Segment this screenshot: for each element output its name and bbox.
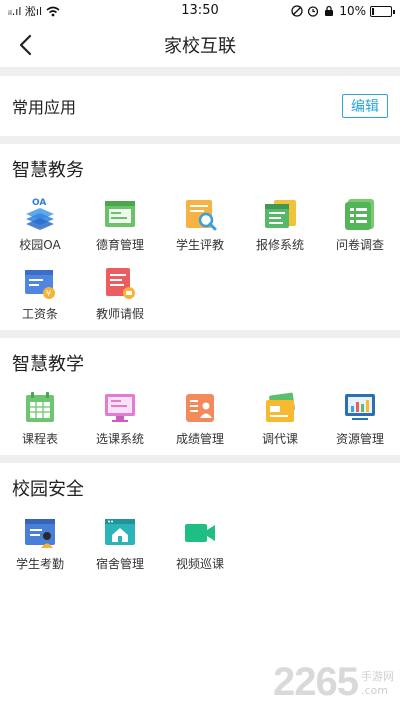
section-smart-teaching: 智慧教学 课程表 选课系统 成绩管理 调代课 资源管理: [0, 338, 400, 455]
app-moral-education[interactable]: 德育管理: [80, 196, 160, 253]
section-title: 智慧教务: [12, 160, 84, 181]
section-title: 智慧教学: [12, 354, 84, 375]
status-bar: ᵢₗ.ıl 淞ıl 13:50 10%: [0, 0, 400, 22]
app-dorm-management[interactable]: 宿舍管理: [80, 515, 160, 572]
svg-text:¥: ¥: [46, 289, 51, 298]
divider: [0, 330, 400, 338]
app-campus-oa[interactable]: OA 校园OA: [0, 196, 80, 253]
watermark-text-group: 手游网 .com: [361, 668, 394, 705]
status-right: 10%: [291, 4, 395, 18]
watermark-site: 手游网: [361, 670, 394, 683]
app-label: 德育管理: [95, 238, 144, 252]
back-button[interactable]: [10, 30, 40, 60]
leave-icon: [106, 268, 135, 299]
section-smart-affairs: 智慧教务 OA 校园OA 德育管理 学生评教 报修系统 问卷调查 ¥ 工资条 教…: [0, 144, 400, 330]
app-label: 资源管理: [335, 432, 384, 446]
app-payslip[interactable]: ¥ 工资条: [0, 265, 80, 322]
app-label: 校园OA: [19, 238, 61, 252]
calendar-doc-icon: [265, 200, 296, 228]
monitor-icon: [105, 394, 135, 422]
app-label: 教师请假: [95, 307, 144, 321]
app-student-evaluation[interactable]: 学生评教: [160, 196, 240, 253]
dorm-icon: [105, 519, 135, 545]
app-grid: OA 校园OA 德育管理 学生评教 报修系统 问卷调查 ¥ 工资条 教师请假: [0, 196, 400, 322]
watermark: 2265 手游网 .com: [273, 660, 394, 705]
watermark-url: .com: [361, 684, 388, 697]
salary-icon: ¥: [25, 270, 55, 299]
svg-text:OA: OA: [32, 198, 46, 208]
app-teacher-leave[interactable]: 教师请假: [80, 265, 160, 322]
section-campus-safety: 校园安全 学生考勤 宿舍管理 视频巡课: [0, 463, 400, 580]
divider: [0, 68, 400, 76]
app-label: 视频巡课: [175, 557, 224, 571]
app-label: 宿舍管理: [95, 557, 144, 571]
checklist-icon: [345, 199, 374, 230]
app-repair-system[interactable]: 报修系统: [240, 196, 320, 253]
app-student-attendance[interactable]: 学生考勤: [0, 515, 80, 572]
app-grid: 课程表 选课系统 成绩管理 调代课 资源管理: [0, 390, 400, 447]
page-title: 家校互联: [164, 35, 236, 57]
battery-icon: [370, 5, 395, 17]
app-grid: 学生考勤 宿舍管理 视频巡课: [0, 515, 400, 572]
edit-button[interactable]: 编辑: [342, 94, 388, 118]
divider: [0, 455, 400, 463]
section-title: 校园安全: [12, 479, 84, 500]
app-resource-management[interactable]: 资源管理: [320, 390, 400, 447]
app-class-substitution[interactable]: 调代课: [240, 390, 320, 447]
signal-icon: ᵢₗ.ıl 淞ıl: [8, 5, 43, 18]
status-left: ᵢₗ.ıl 淞ıl: [8, 3, 60, 19]
app-course-selection[interactable]: 选课系统: [80, 390, 160, 447]
app-label: 选课系统: [95, 432, 144, 446]
battery-percent: 10%: [339, 4, 366, 18]
app-label: 报修系统: [255, 238, 304, 252]
layers-oa-icon: OA: [26, 198, 54, 230]
lock-icon: [325, 5, 334, 16]
alarm-icon: [308, 6, 319, 17]
app-video-patrol[interactable]: 视频巡课: [160, 515, 240, 572]
wifi-icon: [46, 6, 60, 16]
app-questionnaire[interactable]: 问卷调查: [320, 196, 400, 253]
watermark-number: 2265: [273, 660, 359, 704]
magnifier-doc-icon: [186, 200, 217, 231]
app-timetable[interactable]: 课程表: [0, 390, 80, 447]
divider: [0, 136, 400, 144]
app-label: 成绩管理: [175, 432, 224, 446]
app-label: 课程表: [21, 432, 58, 446]
common-apps-label: 常用应用: [12, 98, 77, 117]
chevron-left-icon: [19, 34, 32, 56]
attendance-icon: [25, 519, 55, 548]
window-green-icon: [105, 201, 135, 227]
app-label: 问卷调查: [335, 238, 384, 252]
schedule-icon: [26, 392, 54, 422]
cards-icon: [266, 392, 295, 422]
app-label: 工资条: [21, 307, 58, 321]
common-apps-row: 常用应用 编辑: [0, 76, 400, 136]
grade-icon: [186, 394, 214, 422]
app-label: 学生考勤: [15, 557, 64, 571]
battery-fill: [372, 7, 374, 15]
app-grade-management[interactable]: 成绩管理: [160, 390, 240, 447]
mute-icon: [291, 5, 303, 17]
nav-bar: 家校互联: [0, 22, 400, 68]
app-label: 调代课: [261, 432, 298, 446]
chart-monitor-icon: [345, 394, 375, 420]
video-camera-icon: [185, 524, 215, 542]
app-label: 学生评教: [175, 238, 224, 252]
